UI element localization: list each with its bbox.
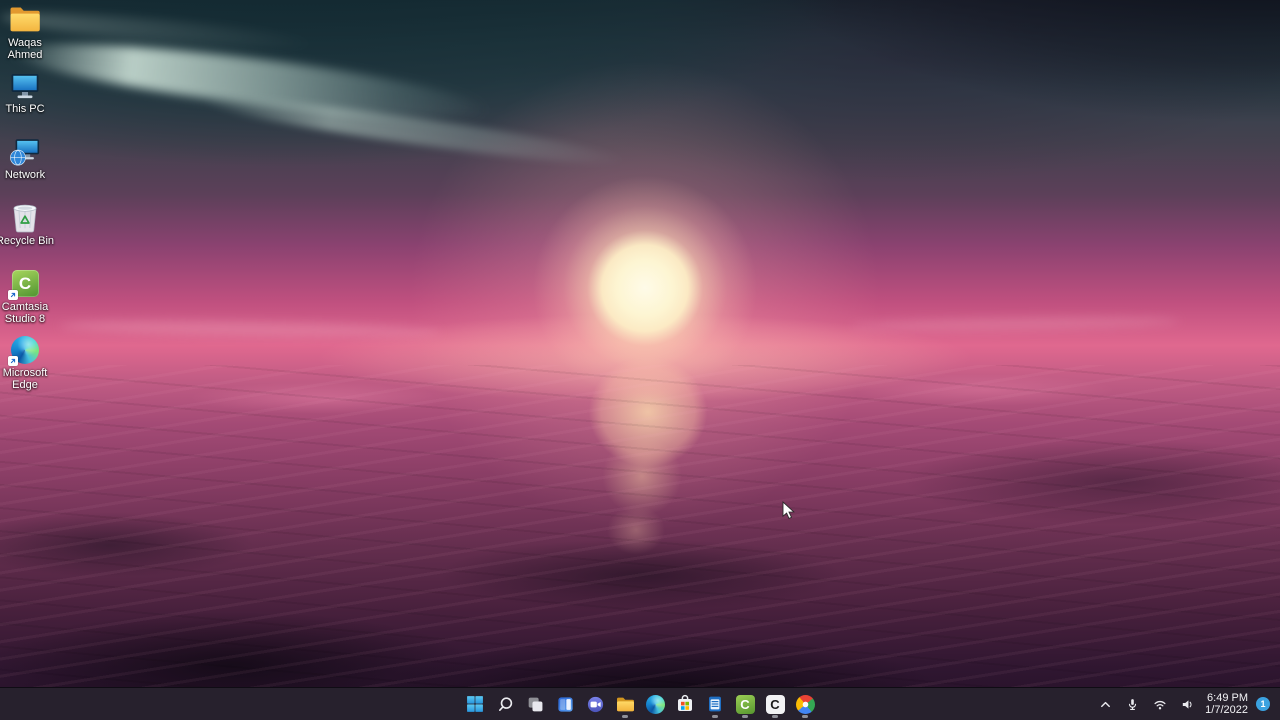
taskbar: C C xyxy=(0,687,1280,720)
clock-time: 6:49 PM xyxy=(1205,692,1248,704)
camtasia-studio-icon: C xyxy=(736,695,755,714)
chrome-button[interactable] xyxy=(791,689,819,719)
running-indicator xyxy=(712,715,718,718)
desktop-icon-label: Network xyxy=(5,169,45,181)
search-icon xyxy=(496,695,515,714)
computer-icon xyxy=(9,70,41,101)
speaker-icon xyxy=(1180,697,1195,712)
clock-date: 1/7/2022 xyxy=(1205,704,1248,716)
desktop-icon-user-folder[interactable]: Waqas Ahmed xyxy=(0,4,59,68)
desktop-icon-label: This PC xyxy=(5,103,44,115)
running-indicator xyxy=(802,715,808,718)
volume-tray-button[interactable] xyxy=(1178,695,1197,714)
wifi-tray-button[interactable] xyxy=(1150,695,1170,714)
desktop-icon-label: Waqas Ahmed xyxy=(0,37,58,61)
chevron-up-icon xyxy=(1098,697,1113,712)
desktop-icon-edge[interactable]: Microsoft Edge xyxy=(0,334,59,398)
store-icon xyxy=(675,694,695,714)
notepad-button[interactable] xyxy=(701,689,729,719)
widgets-icon xyxy=(556,695,575,714)
camtasia-recorder-icon: C xyxy=(766,695,785,714)
start-button[interactable] xyxy=(461,689,489,719)
file-explorer-button[interactable] xyxy=(611,689,639,719)
desktop-icon-label: Camtasia Studio 8 xyxy=(0,301,58,325)
camtasia-studio-button[interactable]: C xyxy=(731,689,759,719)
clock[interactable]: 6:49 PM 1/7/2022 xyxy=(1205,692,1248,716)
desktop-background[interactable] xyxy=(0,0,1280,720)
system-tray: 6:49 PM 1/7/2022 1 xyxy=(1096,688,1280,720)
chat-button[interactable] xyxy=(581,689,609,719)
hidden-icons-button[interactable] xyxy=(1096,695,1115,714)
desktop-icon-label: Microsoft Edge xyxy=(0,367,58,391)
desktop-icon-this-pc[interactable]: This PC xyxy=(0,70,59,134)
edge-icon xyxy=(9,334,41,365)
running-indicator xyxy=(772,715,778,718)
windows-logo-icon xyxy=(466,695,484,713)
edge-icon xyxy=(646,695,665,714)
chrome-icon xyxy=(796,695,815,714)
desktop-icon-network[interactable]: Network xyxy=(0,136,59,200)
desktop-icon-camtasia[interactable]: C Camtasia Studio 8 xyxy=(0,268,59,332)
running-indicator xyxy=(742,715,748,718)
chat-camera-icon xyxy=(586,695,605,714)
microphone-tray-button[interactable] xyxy=(1123,695,1142,714)
network-icon xyxy=(9,136,41,167)
windows-desktop-screen: Waqas Ahmed This PC xyxy=(0,0,1280,720)
recycle-bin-icon xyxy=(9,202,41,233)
edge-button[interactable] xyxy=(641,689,669,719)
widgets-button[interactable] xyxy=(551,689,579,719)
camtasia-recorder-button[interactable]: C xyxy=(761,689,789,719)
wifi-icon xyxy=(1152,697,1168,712)
task-view-button[interactable] xyxy=(521,689,549,719)
shortcut-arrow-icon xyxy=(8,290,18,300)
folder-icon xyxy=(9,4,41,35)
file-explorer-icon xyxy=(615,694,635,714)
shortcut-arrow-icon xyxy=(8,356,18,366)
notepad-icon xyxy=(705,694,725,714)
desktop-icon-recycle-bin[interactable]: Recycle Bin xyxy=(0,202,59,266)
taskbar-center-icons: C C xyxy=(461,688,819,720)
store-button[interactable] xyxy=(671,689,699,719)
microphone-icon xyxy=(1125,697,1140,712)
running-indicator xyxy=(622,715,628,718)
camtasia-icon: C xyxy=(9,268,41,299)
notification-badge[interactable]: 1 xyxy=(1256,697,1270,711)
task-view-icon xyxy=(526,695,545,714)
search-button[interactable] xyxy=(491,689,519,719)
desktop-icon-label: Recycle Bin xyxy=(0,235,54,247)
